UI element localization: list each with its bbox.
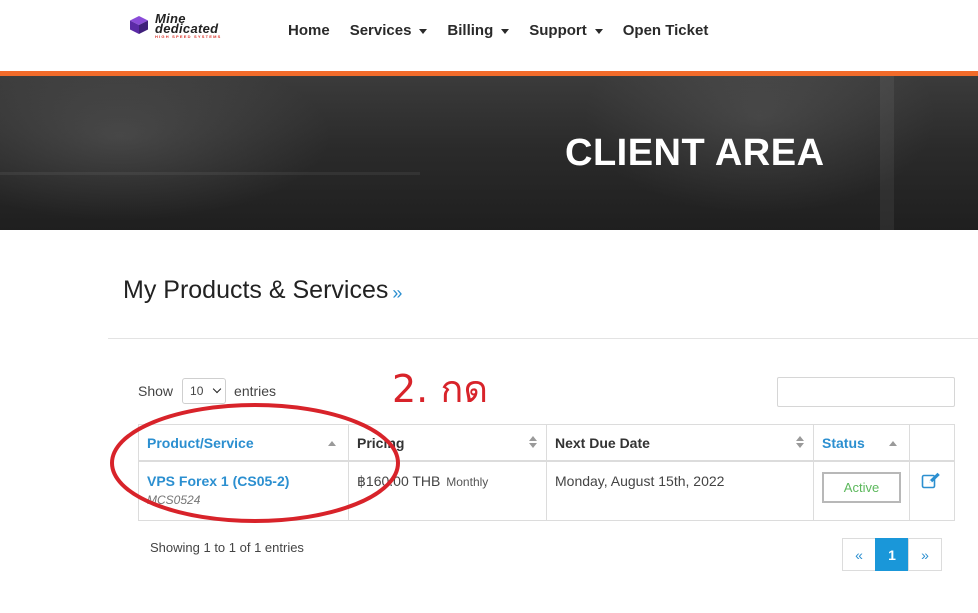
column-header-status[interactable]: Status bbox=[814, 425, 910, 460]
pagination-next-button[interactable]: » bbox=[908, 538, 942, 571]
hero-decoration bbox=[880, 76, 894, 230]
section-divider bbox=[108, 338, 978, 339]
annotation-label: 2. กด bbox=[392, 367, 489, 411]
hero-banner: CLIENT AREA bbox=[0, 76, 978, 230]
caret-down-icon bbox=[501, 28, 510, 34]
cell-next-due: Monday, August 15th, 2022 bbox=[547, 462, 814, 520]
pagination-page-button[interactable]: 1 bbox=[875, 538, 909, 571]
site-header: Mine dedicated HIGH SPEED SYSTEMS Home S… bbox=[0, 0, 978, 72]
hero-title: CLIENT AREA bbox=[565, 132, 825, 174]
table-info: Showing 1 to 1 of 1 entries bbox=[150, 540, 304, 555]
nav-billing-label: Billing bbox=[447, 21, 494, 39]
column-header-pricing[interactable]: Pricing bbox=[349, 425, 547, 460]
table-header: Product/Service Pricing Next Due Date St… bbox=[138, 424, 955, 462]
edit-icon[interactable] bbox=[921, 472, 941, 490]
pagination-prev-button[interactable]: « bbox=[842, 538, 876, 571]
column-header-actions bbox=[910, 425, 954, 460]
entries-select-value: 10 bbox=[190, 384, 204, 398]
column-header-pricing-label: Pricing bbox=[357, 434, 405, 451]
nav-services-label: Services bbox=[349, 21, 412, 39]
nav-support-label: Support bbox=[529, 21, 587, 39]
column-header-status-label: Status bbox=[822, 434, 865, 451]
sort-asc-icon bbox=[328, 441, 336, 446]
logo-tagline: HIGH SPEED SYSTEMS bbox=[155, 34, 222, 39]
sort-both-icon bbox=[796, 436, 804, 450]
nav-open-ticket-label: Open Ticket bbox=[622, 21, 709, 39]
entries-select[interactable]: 10 bbox=[182, 378, 227, 404]
caret-down-icon bbox=[419, 28, 428, 34]
column-header-next-due-label: Next Due Date bbox=[555, 434, 650, 451]
site-logo[interactable]: Mine dedicated HIGH SPEED SYSTEMS bbox=[128, 12, 254, 42]
nav-billing[interactable]: Billing bbox=[447, 21, 510, 39]
column-header-next-due[interactable]: Next Due Date bbox=[547, 425, 814, 460]
chevron-down-icon bbox=[212, 384, 222, 394]
billing-cycle: Monthly bbox=[446, 475, 489, 489]
nav-services[interactable]: Services bbox=[350, 22, 428, 39]
page-title-text: My Products & Services bbox=[123, 276, 389, 304]
nav-home-label: Home bbox=[288, 21, 330, 39]
page-title-chevron: » bbox=[392, 283, 403, 303]
page-title: My Products & Services» bbox=[123, 275, 402, 308]
column-header-product[interactable]: Product/Service bbox=[139, 425, 349, 460]
nav-home[interactable]: Home bbox=[288, 22, 330, 39]
entries-length-control: Show 10 entries bbox=[138, 378, 276, 404]
nav-open-ticket[interactable]: Open Ticket bbox=[623, 22, 709, 39]
show-label: Show bbox=[138, 383, 174, 399]
product-link[interactable]: VPS Forex 1 (CS05-2) bbox=[147, 473, 348, 489]
table-row[interactable]: VPS Forex 1 (CS05-2) MCS0524 ฿160.00 THB… bbox=[138, 462, 955, 521]
hero-decoration bbox=[0, 172, 420, 175]
logo-cube-icon bbox=[130, 16, 148, 34]
caret-down-icon bbox=[594, 28, 603, 34]
cell-product: VPS Forex 1 (CS05-2) MCS0524 bbox=[139, 462, 349, 520]
column-header-product-label: Product/Service bbox=[147, 434, 254, 451]
table-search-input[interactable] bbox=[777, 377, 955, 407]
cell-status: Active bbox=[814, 462, 910, 520]
price-value: ฿160.00 THB bbox=[357, 473, 441, 489]
sort-both-icon bbox=[529, 436, 537, 450]
entries-label: entries bbox=[234, 383, 277, 399]
page: Mine dedicated HIGH SPEED SYSTEMS Home S… bbox=[0, 0, 978, 613]
nav-support[interactable]: Support bbox=[529, 22, 603, 39]
main-nav: Home Services Billing Support Open Ticke… bbox=[288, 19, 728, 41]
status-badge: Active bbox=[822, 472, 901, 503]
cell-actions bbox=[910, 462, 954, 520]
next-due-date: Monday, August 15th, 2022 bbox=[555, 473, 725, 489]
sort-asc-icon bbox=[889, 441, 897, 446]
cell-pricing: ฿160.00 THB Monthly bbox=[349, 462, 547, 520]
product-code: MCS0524 bbox=[147, 493, 201, 507]
pagination: « 1 » bbox=[842, 538, 942, 571]
